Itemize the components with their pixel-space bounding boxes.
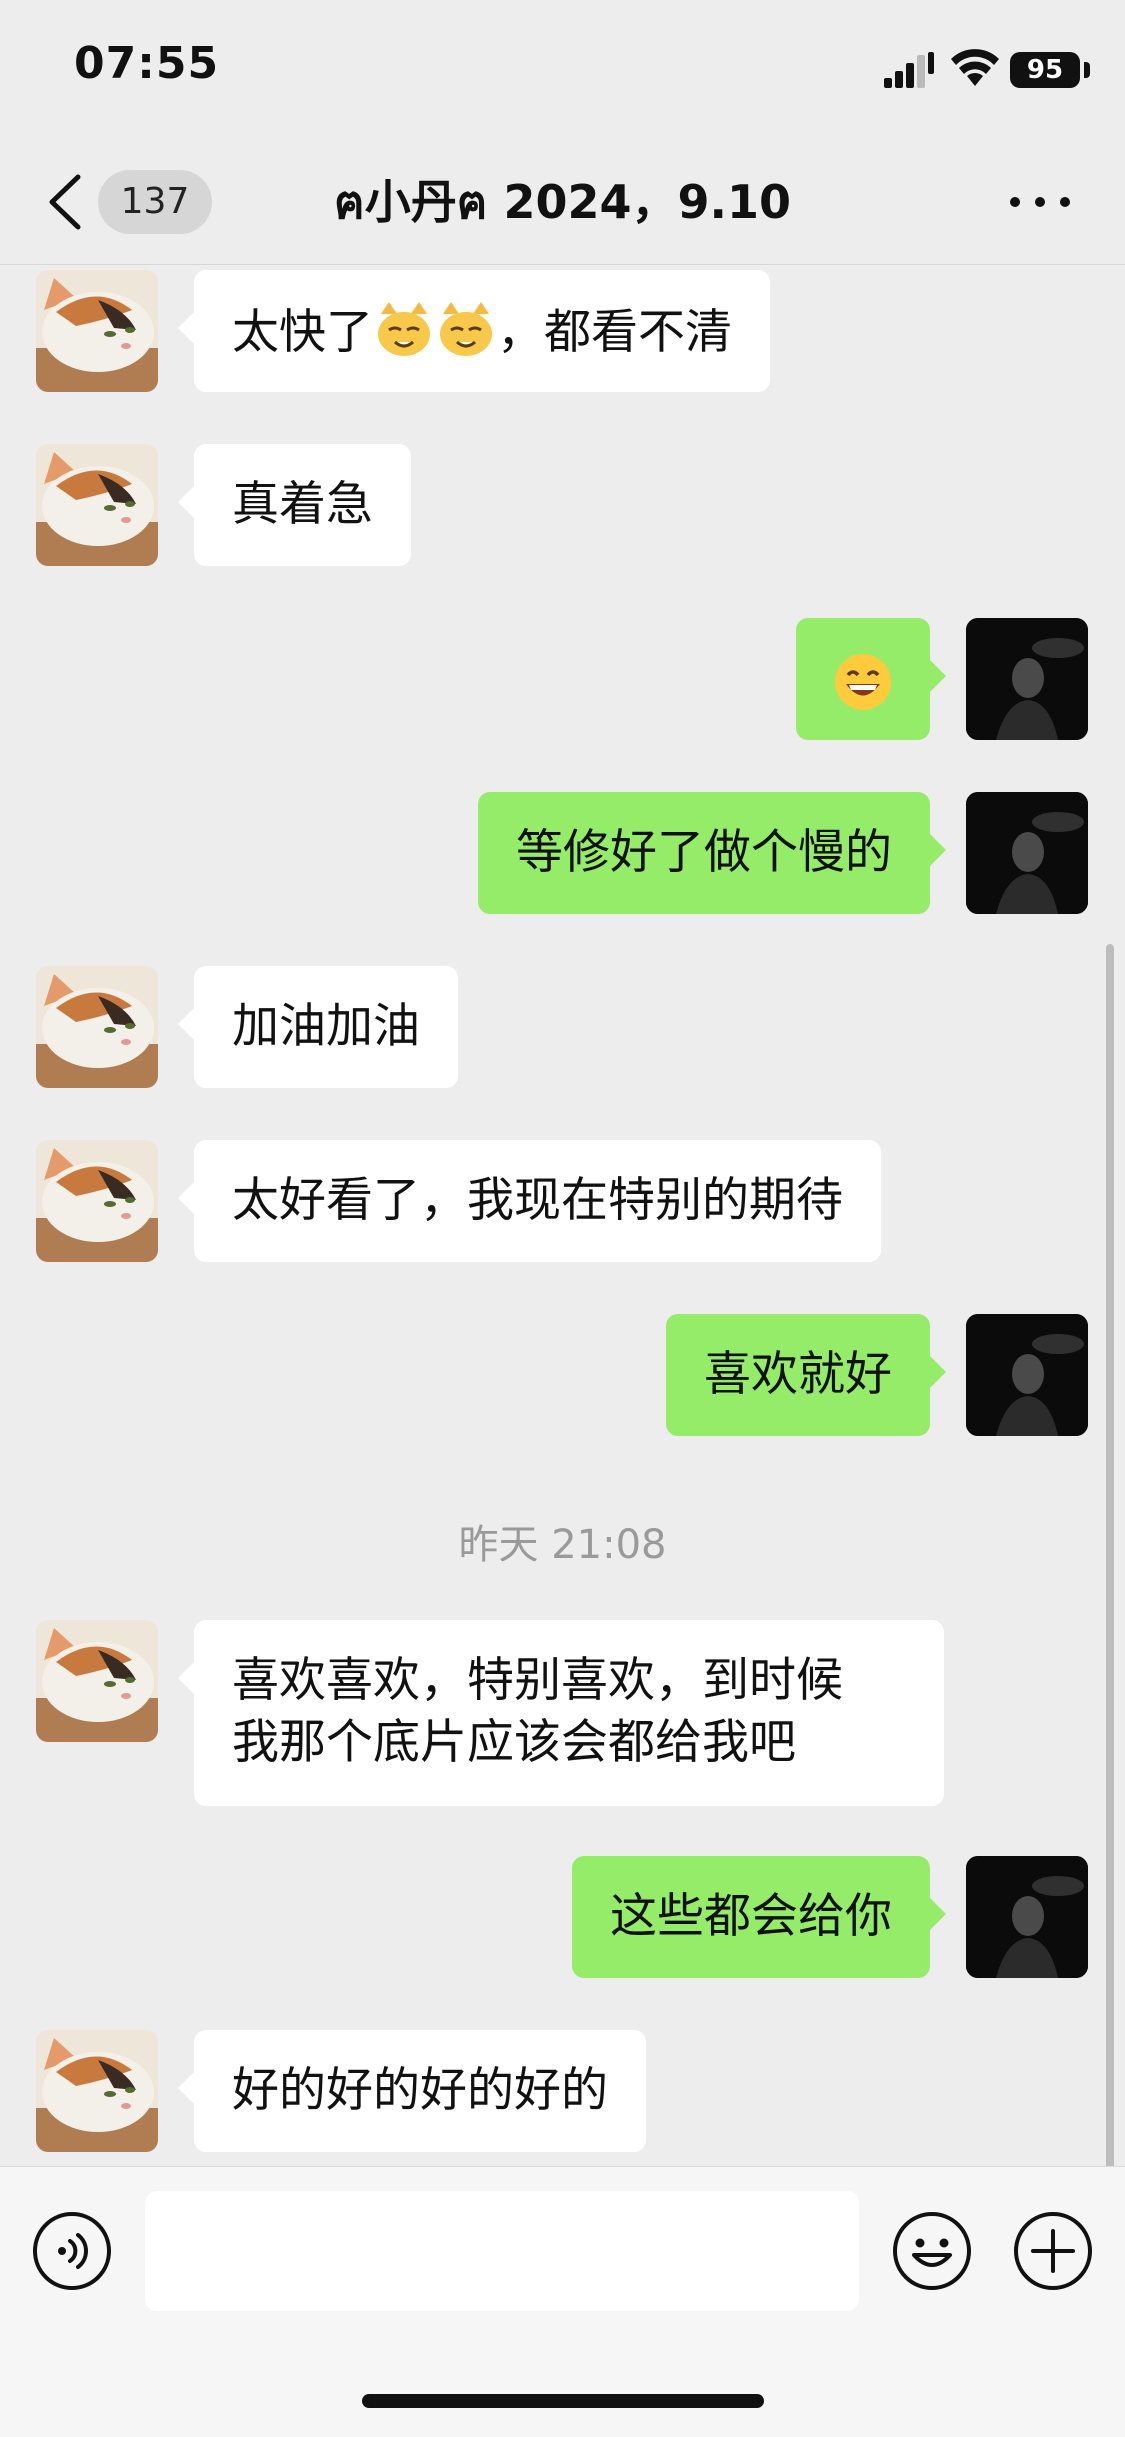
voice-icon[interactable] bbox=[32, 2211, 112, 2291]
my-avatar[interactable] bbox=[966, 792, 1088, 914]
portrait-photo bbox=[966, 1314, 1088, 1436]
wifi-icon bbox=[951, 49, 999, 86]
cat-photo bbox=[36, 1620, 158, 1742]
message-text-line: 喜欢喜欢，特别喜欢，到时候 bbox=[232, 1653, 843, 1708]
message-bubble-outgoing[interactable] bbox=[796, 618, 946, 740]
battery-tip bbox=[1084, 62, 1090, 78]
portrait-photo bbox=[966, 1856, 1088, 1978]
contact-avatar[interactable] bbox=[36, 270, 158, 392]
cat-photo bbox=[36, 270, 158, 392]
message-bubble-outgoing[interactable]: 这些都会给你 bbox=[572, 1856, 946, 1978]
message-text-line: 我那个底片应该会都给我吧 bbox=[232, 1715, 796, 1770]
message-bubble-outgoing[interactable]: 等修好了做个慢的 bbox=[478, 792, 946, 914]
unread-count-badge[interactable]: 137 bbox=[98, 170, 212, 234]
chat-title: ฅ小丹ฅ 2024，9.10 bbox=[333, 175, 792, 229]
cat-photo bbox=[36, 2030, 158, 2152]
chevron-left-icon[interactable] bbox=[44, 173, 88, 231]
contact-avatar[interactable] bbox=[36, 444, 158, 566]
message-bubble-incoming[interactable]: 真着急 bbox=[178, 444, 411, 566]
cat-emoji-icon bbox=[440, 302, 492, 356]
status-bar: 07:55 95 bbox=[0, 0, 1125, 140]
message-list[interactable]: 太快了 ，都看不清 真着急 等修好了做个慢的 加油加油 太好看了，我现在特别的期… bbox=[0, 264, 1125, 2166]
my-avatar[interactable] bbox=[966, 1314, 1088, 1436]
cat-photo bbox=[36, 966, 158, 1088]
grinning-emoji-icon bbox=[835, 653, 891, 710]
message-input[interactable] bbox=[145, 2191, 859, 2311]
time-divider: 昨天 21:08 bbox=[458, 1522, 667, 1568]
status-time: 07:55 bbox=[74, 38, 220, 89]
home-indicator[interactable] bbox=[362, 2394, 764, 2408]
chat-header: 137 ฅ小丹ฅ 2024，9.10 bbox=[0, 140, 1125, 265]
portrait-photo bbox=[966, 792, 1088, 914]
cat-photo bbox=[36, 1140, 158, 1262]
emoji-icon[interactable] bbox=[892, 2211, 972, 2291]
message-bubble-incoming[interactable]: 好的好的好的好的 bbox=[178, 2030, 646, 2152]
cat-photo bbox=[36, 444, 158, 566]
message-bubble-incoming[interactable]: 加油加油 bbox=[178, 966, 458, 1088]
cat-emoji-icon bbox=[378, 302, 430, 356]
contact-avatar[interactable] bbox=[36, 2030, 158, 2152]
input-bar bbox=[0, 2166, 1125, 2437]
message-bubble-incoming[interactable]: 太好看了，我现在特别的期待 bbox=[178, 1140, 881, 1262]
plus-icon[interactable] bbox=[1013, 2211, 1093, 2291]
portrait-photo bbox=[966, 618, 1088, 740]
message-bubble-incoming[interactable]: 太快了 ，都看不清 bbox=[178, 270, 770, 392]
contact-avatar[interactable] bbox=[36, 1140, 158, 1262]
my-avatar[interactable] bbox=[966, 618, 1088, 740]
my-avatar[interactable] bbox=[966, 1856, 1088, 1978]
message-bubble-outgoing[interactable]: 喜欢就好 bbox=[666, 1314, 946, 1436]
message-bubble-incoming[interactable]: 喜欢喜欢，特别喜欢，到时候 我那个底片应该会都给我吧 bbox=[178, 1620, 944, 1806]
more-dots-icon[interactable] bbox=[1010, 194, 1070, 210]
message-text: ，都看不清 bbox=[497, 305, 732, 360]
scrollbar[interactable] bbox=[1106, 944, 1114, 2166]
cellular-signal-icon bbox=[884, 52, 934, 88]
contact-avatar[interactable] bbox=[36, 966, 158, 1088]
battery-indicator: 95 bbox=[1010, 52, 1080, 88]
contact-avatar[interactable] bbox=[36, 1620, 158, 1742]
message-text: 太快了 bbox=[232, 305, 373, 360]
